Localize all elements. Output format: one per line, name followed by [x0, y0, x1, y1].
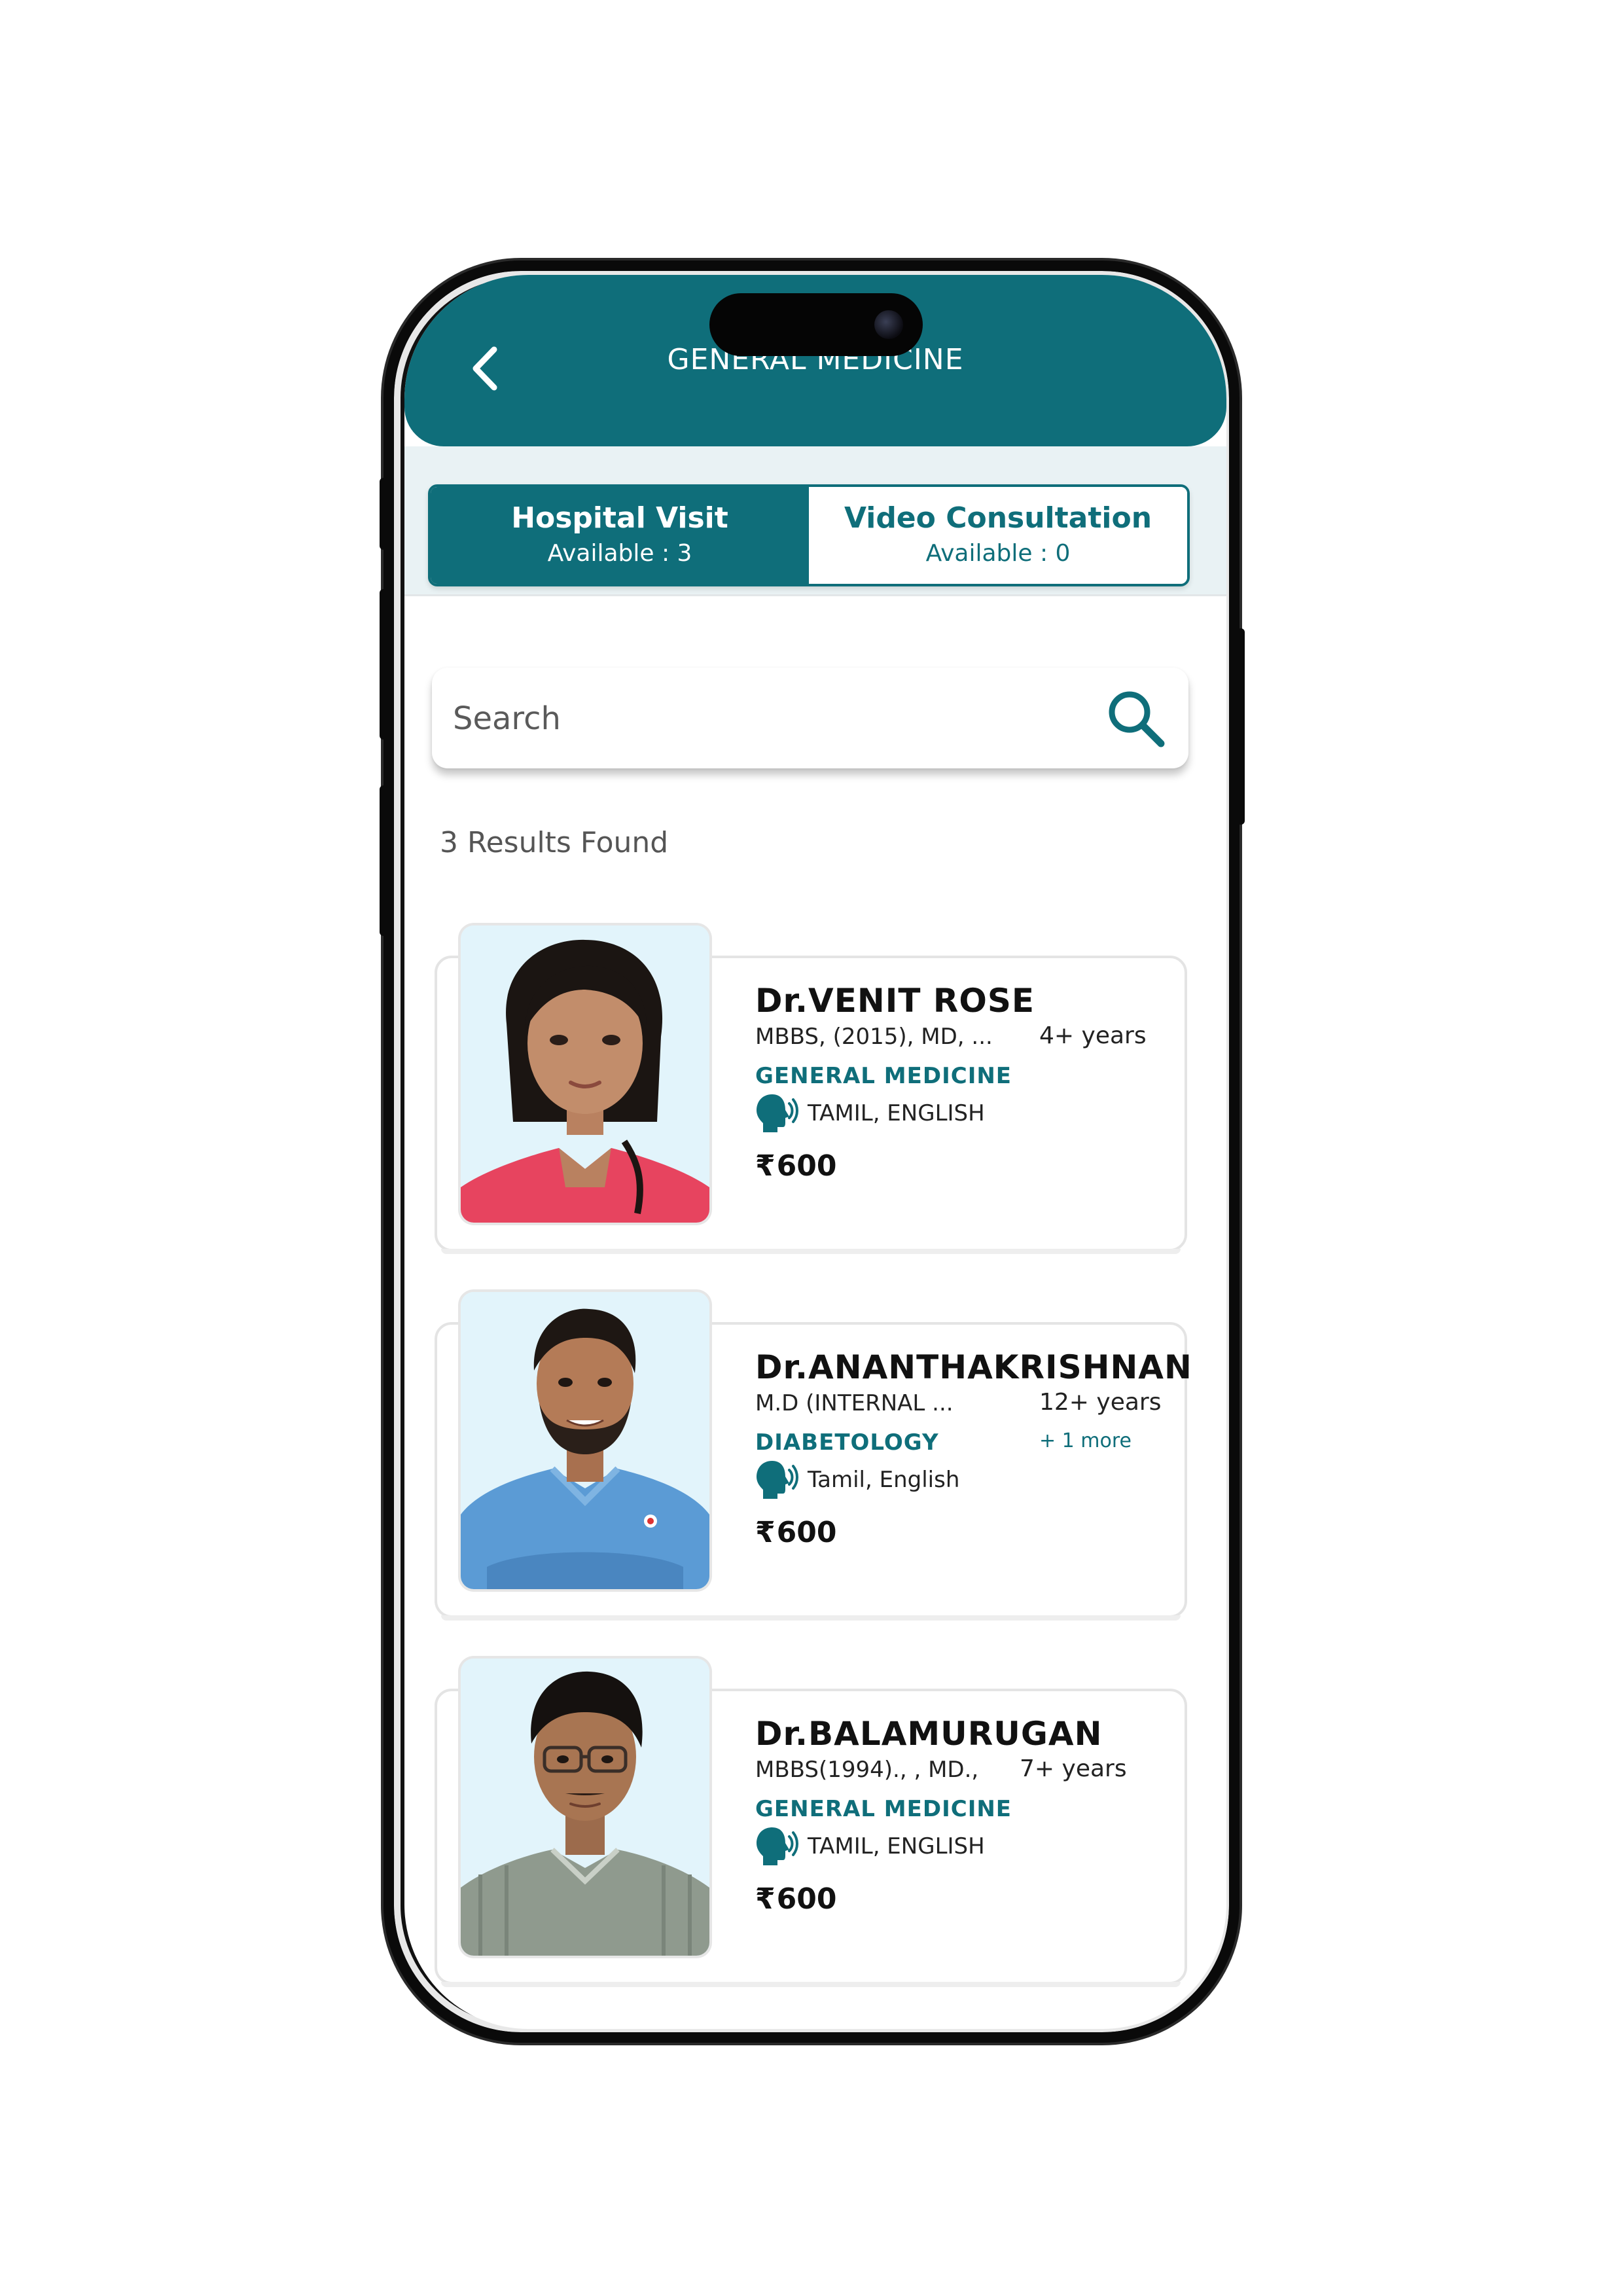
speaking-head-icon	[757, 1827, 798, 1865]
doctor-languages: TAMIL, ENGLISH	[808, 1833, 985, 1859]
tab-video-consultation[interactable]: Video Consultation Available : 0	[809, 487, 1187, 584]
doctor-qualification: MBBS(1994)., , MD.,	[755, 1757, 979, 1783]
app-screen: GENERAL MEDICINE Hospital Visit Availabl…	[404, 275, 1226, 2029]
tab-label: Hospital Visit	[511, 501, 728, 535]
doctor-qualification: MBBS, (2015), MD, ...	[755, 1024, 993, 1050]
doctor-languages-row: TAMIL, ENGLISH	[755, 1826, 985, 1867]
doctor-qualification: M.D (INTERNAL ...	[755, 1390, 954, 1416]
tab-availability: Available : 3	[547, 540, 692, 567]
tab-label: Video Consultation	[844, 501, 1152, 535]
rupee-icon: ₹	[755, 1516, 776, 1549]
doctor-experience: 7+ years	[1020, 1755, 1127, 1782]
more-specialties-link[interactable]: + 1 more	[1039, 1429, 1132, 1452]
doctor-specialty: GENERAL MEDICINE	[755, 1063, 1012, 1089]
doctor-fee: 600	[776, 1882, 837, 1916]
doctor-languages: Tamil, English	[808, 1467, 960, 1493]
doctor-fee: 600	[776, 1516, 837, 1549]
tab-hospital-visit[interactable]: Hospital Visit Available : 3	[431, 487, 809, 584]
results-count: 3 Results Found	[440, 826, 669, 859]
doctor-specialty: GENERAL MEDICINE	[755, 1796, 1012, 1822]
doctor-name: Dr.ANANTHAKRISHNAN	[755, 1348, 1192, 1386]
doctor-photo	[461, 925, 709, 1223]
phone-side-button	[380, 478, 387, 550]
doctor-fee-row: ₹ 600	[755, 1149, 836, 1183]
card-shadow	[441, 1615, 1181, 1621]
dynamic-island	[709, 293, 923, 356]
speaking-head-icon	[757, 1094, 798, 1132]
doctor-experience: 12+ years	[1039, 1389, 1162, 1416]
doctor-languages-row: TAMIL, ENGLISH	[755, 1093, 985, 1134]
app-header: GENERAL MEDICINE	[404, 275, 1226, 446]
search-bar	[432, 668, 1188, 768]
doctor-experience: 4+ years	[1039, 1022, 1147, 1049]
phone-side-button	[1237, 628, 1245, 825]
phone-side-button	[380, 589, 387, 740]
visit-type-tabs: Hospital Visit Available : 3 Video Consu…	[428, 484, 1190, 586]
rupee-icon: ₹	[755, 1882, 776, 1916]
doctor-fee-row: ₹ 600	[755, 1882, 836, 1916]
doctor-photo	[461, 1659, 709, 1956]
card-shadow	[441, 1249, 1181, 1254]
doctor-specialty: DIABETOLOGY	[755, 1429, 939, 1456]
doctor-name: Dr.VENIT ROSE	[755, 982, 1035, 1020]
tab-availability: Available : 0	[925, 540, 1071, 567]
phone-side-button	[380, 785, 387, 936]
search-icon[interactable]	[1103, 686, 1169, 751]
search-input[interactable]	[452, 694, 1043, 744]
doctor-name: Dr.BALAMURUGAN	[755, 1715, 1103, 1753]
camera-icon	[874, 310, 903, 339]
speaking-head-icon	[757, 1461, 798, 1499]
doctor-fee-row: ₹ 600	[755, 1516, 836, 1549]
doctor-languages-row: Tamil, English	[755, 1460, 959, 1500]
card-shadow	[441, 1982, 1181, 1987]
doctor-photo	[461, 1292, 709, 1589]
doctor-languages: TAMIL, ENGLISH	[808, 1100, 985, 1126]
doctor-fee: 600	[776, 1149, 837, 1183]
rupee-icon: ₹	[755, 1149, 776, 1183]
